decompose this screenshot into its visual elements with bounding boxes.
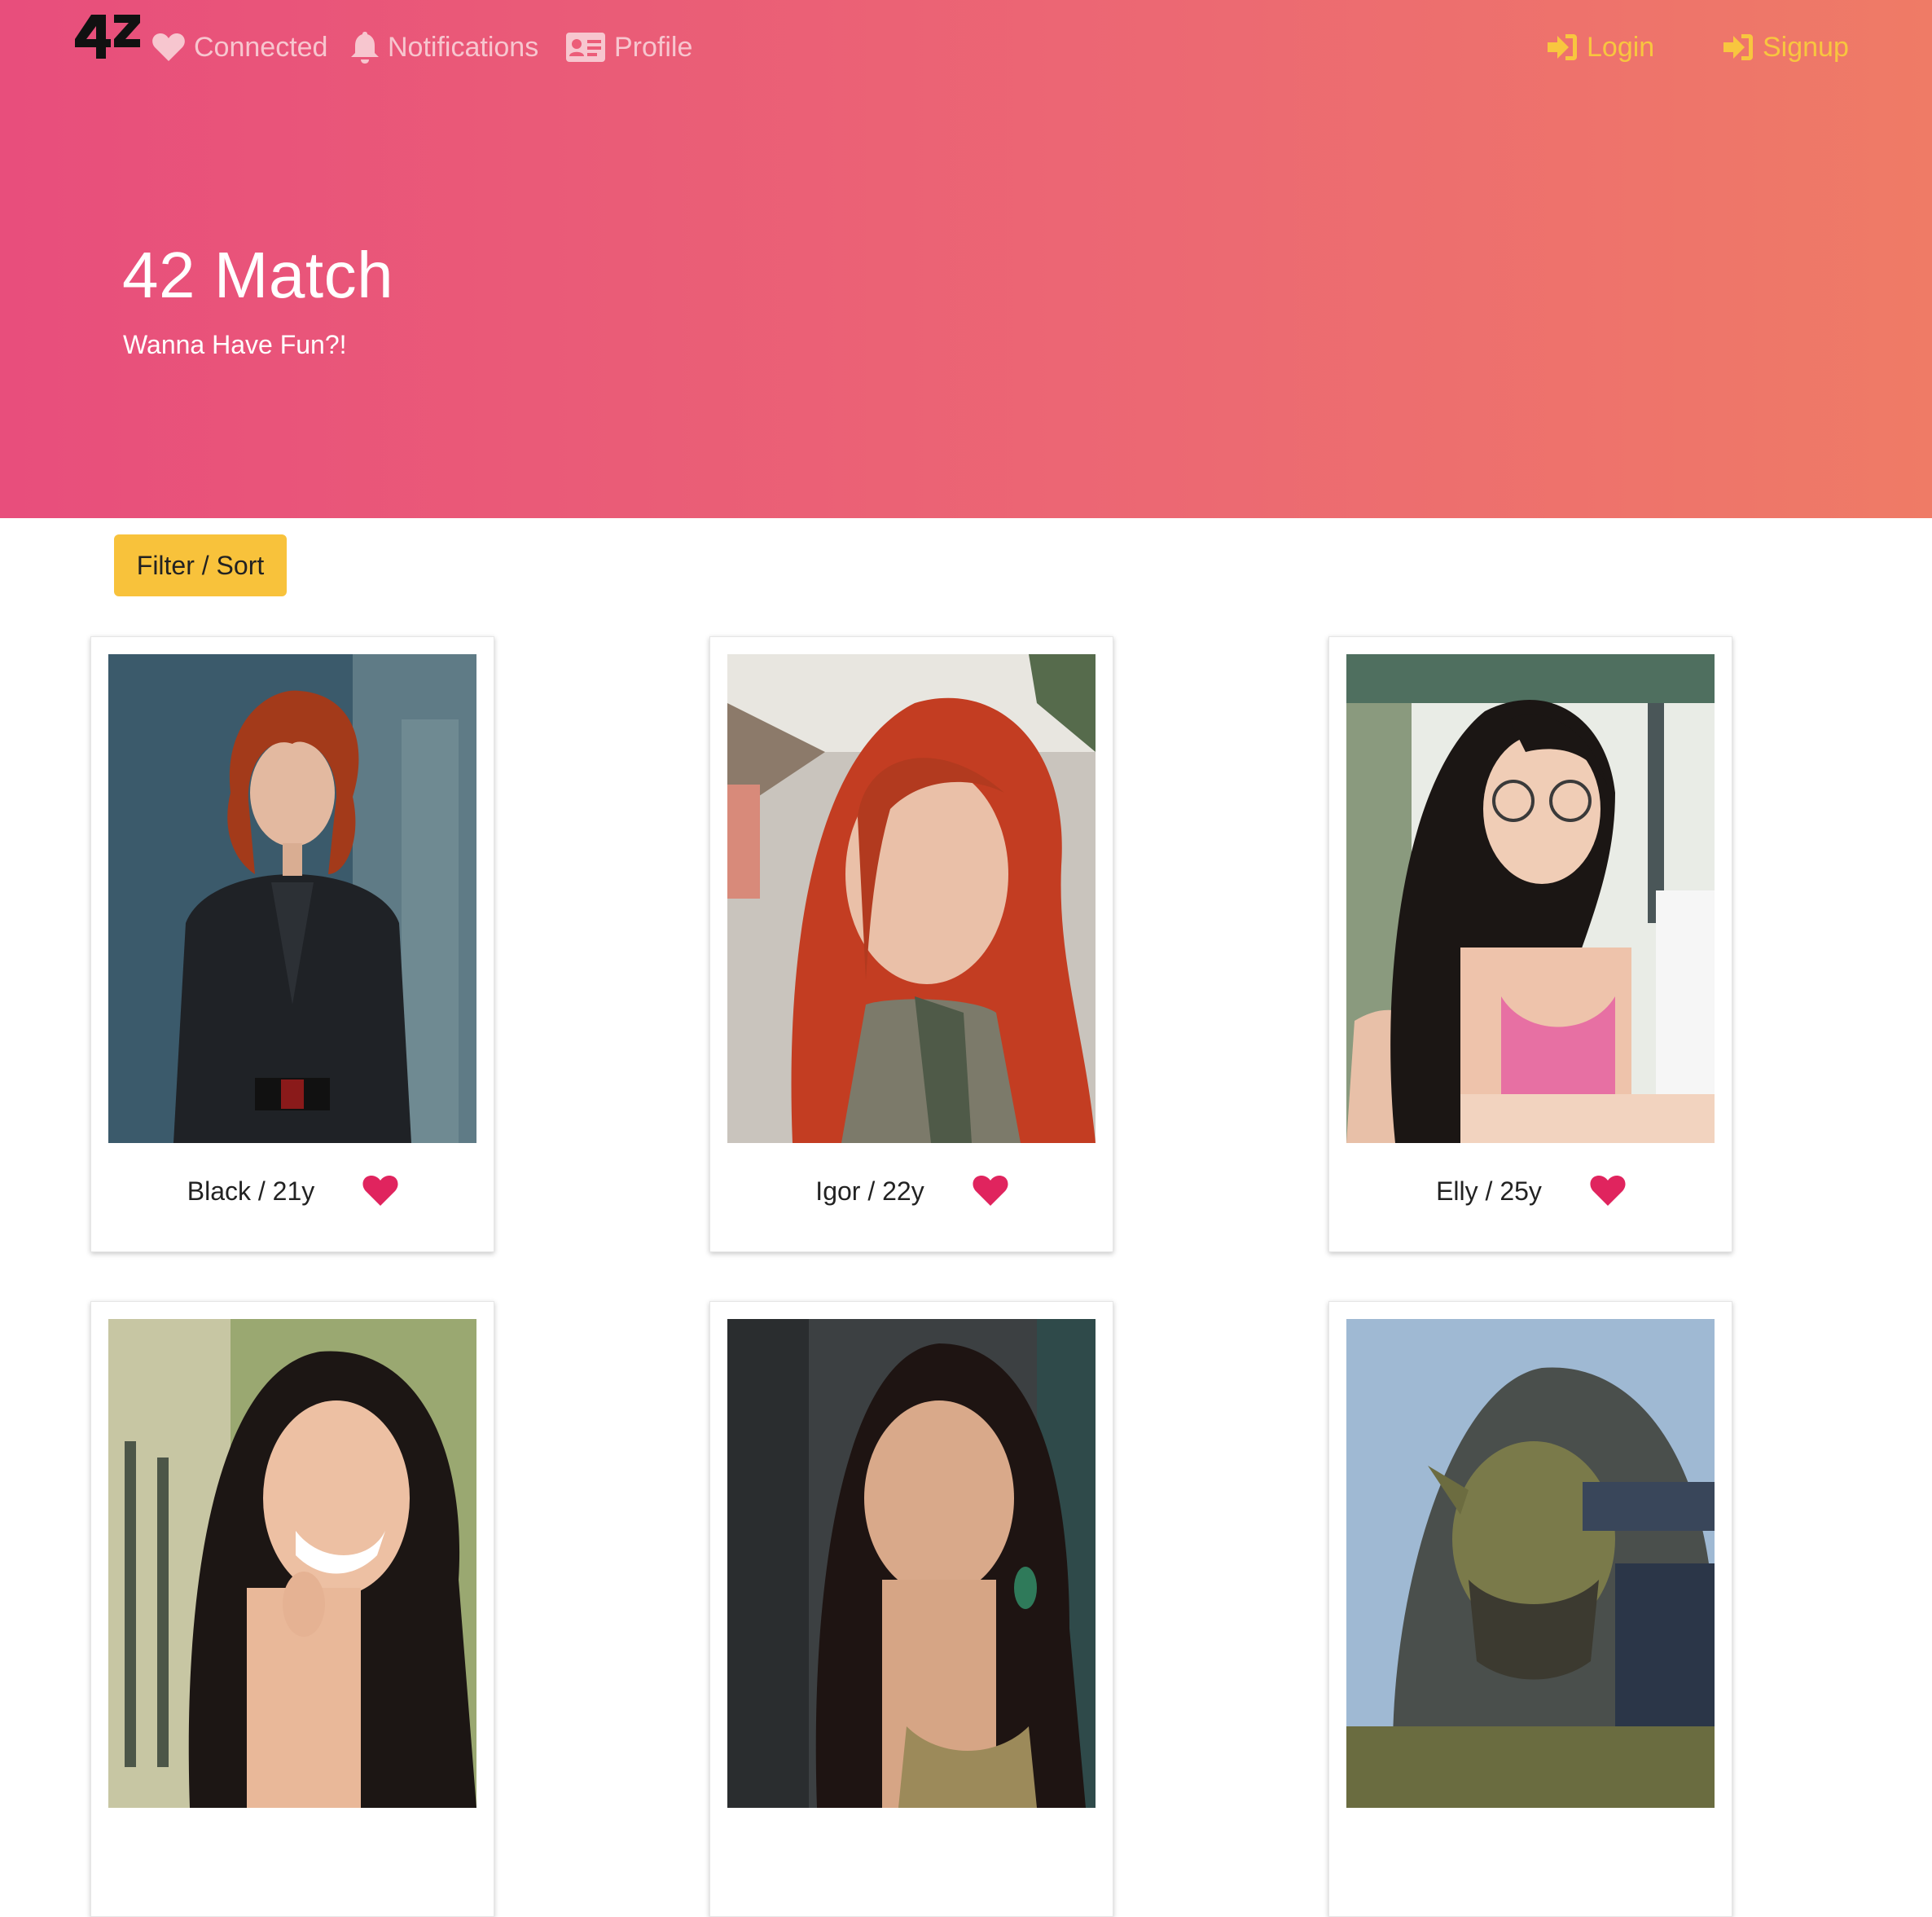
nav-notifications[interactable]: Notifications (350, 26, 538, 68)
page-subtitle: Wanna Have Fun?! (123, 330, 347, 359)
page-title: 42 Match (122, 239, 394, 311)
profile-caption: Black / 21y (187, 1176, 315, 1206)
profile-photo[interactable] (727, 654, 1096, 1143)
profile-photo[interactable] (727, 1319, 1096, 1808)
nav-login-label: Login (1587, 31, 1655, 63)
sign-in-icon (1548, 34, 1577, 60)
profile-card[interactable] (1328, 1301, 1732, 1917)
nav-connected-label: Connected (194, 31, 328, 63)
hero-banner: Connected Notifications Profile Login Si… (0, 0, 1932, 518)
like-heart-icon[interactable] (362, 1175, 399, 1207)
profile-photo[interactable] (108, 654, 476, 1143)
nav-profile[interactable]: Profile (565, 26, 692, 68)
profile-card[interactable] (709, 1301, 1113, 1917)
bell-icon (351, 32, 379, 64)
profile-photo[interactable] (1346, 1319, 1715, 1808)
profile-card[interactable]: Black / 21y (90, 636, 494, 1252)
profile-card[interactable] (90, 1301, 494, 1917)
heart-icon (152, 33, 185, 61)
nav-notifications-label: Notifications (388, 31, 539, 63)
nav-login[interactable]: Login (1546, 26, 1654, 68)
profile-card[interactable]: Igor / 22y (709, 636, 1113, 1252)
profile-photo[interactable] (1346, 654, 1715, 1143)
profile-card[interactable]: Elly / 25y (1328, 636, 1732, 1252)
nav-signup-label: Signup (1763, 31, 1849, 63)
like-heart-icon[interactable] (1589, 1175, 1627, 1207)
id-card-icon (566, 33, 605, 62)
sign-in-icon (1723, 34, 1753, 60)
profile-caption: Elly / 25y (1436, 1176, 1542, 1206)
nav-profile-label: Profile (614, 31, 693, 63)
nav-connected[interactable]: Connected (151, 26, 327, 68)
42-logo[interactable] (72, 11, 142, 64)
profile-caption: Igor / 22y (815, 1176, 924, 1206)
filter-sort-button[interactable]: Filter / Sort (114, 534, 287, 596)
like-heart-icon[interactable] (972, 1175, 1009, 1207)
profile-photo[interactable] (108, 1319, 476, 1808)
nav-signup[interactable]: Signup (1722, 26, 1849, 68)
